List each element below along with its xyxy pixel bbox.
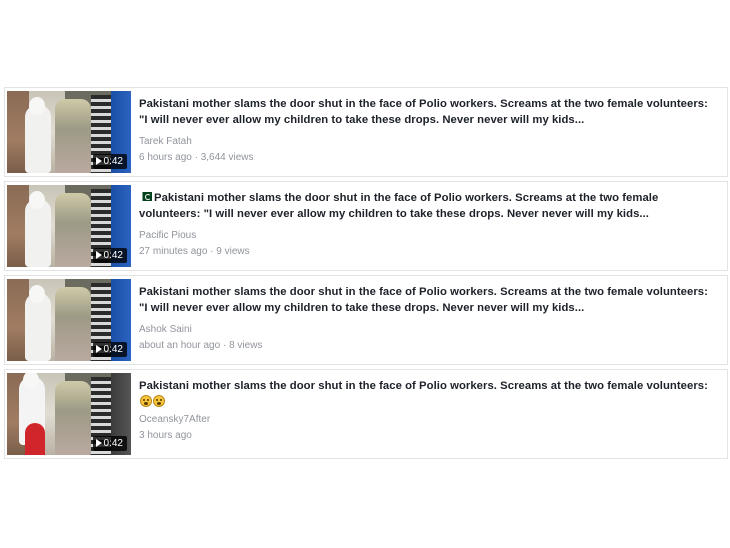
author-link[interactable]: Oceansky7After <box>139 414 210 425</box>
post-meta: 27 minutes ago · 9 views <box>139 246 250 257</box>
duration-badge: 0:42 <box>92 154 127 169</box>
play-icon <box>95 439 102 447</box>
video-thumbnail[interactable]: 0:42 <box>7 91 131 173</box>
post-meta: 6 hours ago · 3,644 views <box>139 152 254 163</box>
video-thumbnail[interactable]: 0:42 <box>7 185 131 267</box>
duration-badge: 0:42 <box>92 342 127 357</box>
author-link[interactable]: Pacific Pious <box>139 230 196 241</box>
play-icon <box>95 345 102 353</box>
video-result-card[interactable]: 0:42 Pakistani mother slams the door shu… <box>4 87 728 177</box>
video-result-card[interactable]: 0:42 Pakistani mother slams the door shu… <box>4 181 728 271</box>
video-result-card[interactable]: 0:42 Pakistani mother slams the door shu… <box>4 369 728 459</box>
video-thumbnail[interactable]: 0:42 <box>7 373 131 455</box>
duration-badge: 0:42 <box>92 248 127 263</box>
post-meta: about an hour ago · 8 views <box>139 340 263 351</box>
duration-badge: 0:42 <box>92 436 127 451</box>
post-meta: 3 hours ago <box>139 430 192 441</box>
video-result-card[interactable]: 0:42 Pakistani mother slams the door shu… <box>4 275 728 365</box>
video-title-link[interactable]: Pakistani mother slams the door shut in … <box>139 284 719 316</box>
play-icon <box>95 251 102 259</box>
play-icon <box>95 157 102 165</box>
author-link[interactable]: Ashok Saini <box>139 324 192 335</box>
video-title-text: Pakistani mother slams the door shut in … <box>139 380 708 392</box>
duration-label: 0:42 <box>103 438 123 449</box>
duration-label: 0:42 <box>103 250 123 261</box>
duration-label: 0:42 <box>103 344 123 355</box>
video-title-link[interactable]: Pakistani mother slams the door shut in … <box>139 378 719 410</box>
video-thumbnail[interactable]: 0:42 <box>7 279 131 361</box>
video-title-link[interactable]: Pakistani mother slams the door shut in … <box>139 190 719 222</box>
duration-label: 0:42 <box>103 156 123 167</box>
author-link[interactable]: Tarek Fatah <box>139 136 192 147</box>
astonished-face-icon <box>140 395 152 407</box>
video-title-text: Pakistani mother slams the door shut in … <box>139 192 659 220</box>
pakistan-flag-icon <box>139 192 152 201</box>
worried-face-icon <box>153 395 165 407</box>
video-title-link[interactable]: Pakistani mother slams the door shut in … <box>139 96 719 128</box>
